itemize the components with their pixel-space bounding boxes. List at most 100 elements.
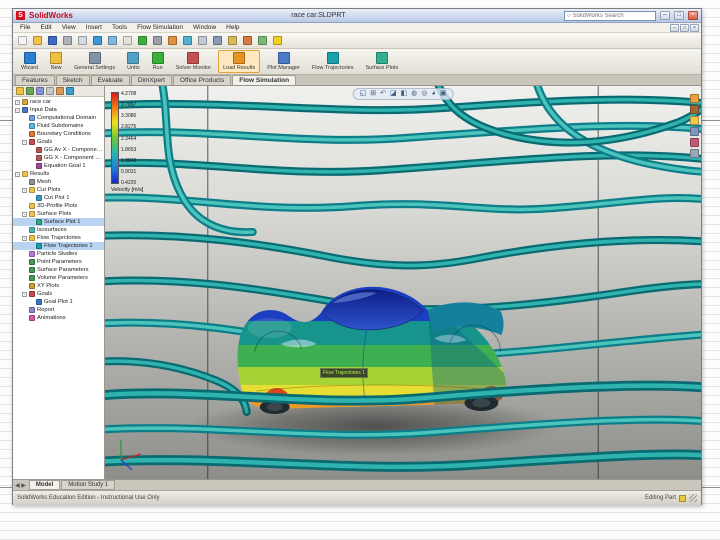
tree-item-flow-trajectories-1[interactable]: Flow Trajectories 1	[13, 242, 104, 250]
search-box[interactable]: ○	[564, 10, 656, 21]
hide-show-icon[interactable]	[226, 34, 239, 47]
run-button[interactable]: Run	[147, 50, 169, 73]
menu-item[interactable]: Insert	[81, 24, 107, 31]
tree-item-flow-trajectories[interactable]: - Flow Trajectories	[13, 234, 104, 242]
save-icon[interactable]	[46, 34, 59, 47]
tree-item-goal-x[interactable]: GG X - Component of F...	[13, 154, 104, 162]
tree-item-equation-goal-1[interactable]: Equation Goal 1	[13, 162, 104, 170]
undo-icon[interactable]	[91, 34, 104, 47]
tree-item-fluid-subdomains[interactable]: Fluid Subdomains	[13, 122, 104, 130]
tree-item-results[interactable]: - Results	[13, 170, 104, 178]
tree-expander[interactable]	[22, 116, 27, 121]
rebuild-icon[interactable]	[136, 34, 149, 47]
propertymanager-tab-icon[interactable]	[26, 87, 34, 95]
menu-item[interactable]: File	[15, 24, 35, 31]
tree-item-surface-plots[interactable]: - Surface Plots	[13, 210, 104, 218]
scene-icon[interactable]	[256, 34, 269, 47]
tree-expander[interactable]	[22, 204, 27, 209]
zoom-fit-icon[interactable]: ◱	[360, 90, 367, 98]
tree-expander[interactable]	[22, 284, 27, 289]
menu-item[interactable]: Window	[188, 24, 221, 31]
tree-item-particle-studies[interactable]: Particle Studies	[13, 250, 104, 258]
surface-plots-button[interactable]: Surface Plots	[361, 50, 404, 73]
tree-expander[interactable]	[22, 276, 27, 281]
flow-trajectories-button[interactable]: Flow Trajectories	[307, 50, 359, 73]
redo-icon[interactable]	[106, 34, 119, 47]
tree-expander[interactable]	[22, 268, 27, 273]
doc-close-button[interactable]: ×	[690, 23, 699, 32]
edit-appearance-icon[interactable]	[166, 34, 179, 47]
units-button[interactable]: Units	[122, 50, 145, 73]
displaymanager-tab-icon[interactable]	[56, 87, 64, 95]
task-pane-design-library-icon[interactable]	[690, 105, 699, 114]
menu-item[interactable]: Help	[221, 24, 244, 31]
dimxpertmanager-tab-icon[interactable]	[46, 87, 54, 95]
tree-item-goal-plot-1[interactable]: Goal Plot 1	[13, 298, 104, 306]
tree-item-part[interactable]: - race car	[13, 98, 104, 106]
appearances-icon[interactable]: ◕	[431, 90, 435, 98]
tree-expander[interactable]	[29, 220, 34, 225]
commandmanager-tab[interactable]: Sketch	[55, 75, 90, 85]
tree-item-computational-domain[interactable]: Computational Domain	[13, 114, 104, 122]
tree-expander[interactable]	[22, 228, 27, 233]
tree-item-surface-plot-1[interactable]: Surface Plot 1	[13, 218, 104, 226]
task-pane-appearances-icon[interactable]	[690, 138, 699, 147]
tree-expander[interactable]: -	[15, 99, 20, 105]
tree-expander[interactable]	[22, 132, 27, 137]
tree-expander[interactable]	[22, 316, 27, 321]
print-icon[interactable]	[61, 34, 74, 47]
menu-item[interactable]: Tools	[107, 24, 132, 31]
configurationmanager-tab-icon[interactable]	[36, 87, 44, 95]
commandmanager-tab[interactable]: Evaluate	[90, 75, 130, 85]
tree-item-goals-results[interactable]: - Goals	[13, 290, 104, 298]
menu-item[interactable]: Flow Simulation	[132, 24, 188, 31]
tree-item-mesh[interactable]: Mesh	[13, 178, 104, 186]
tree-item-goals[interactable]: - Goals	[13, 138, 104, 146]
menu-item[interactable]: Edit	[35, 24, 56, 31]
previous-view-icon[interactable]: ↶	[380, 90, 386, 98]
tree-expander[interactable]	[22, 308, 27, 313]
flow-simulation-tab-icon[interactable]	[66, 87, 74, 95]
document-tab[interactable]: Motion Study 1	[61, 480, 116, 490]
zoom-area-icon[interactable]: ⊞	[370, 90, 376, 98]
tree-expander[interactable]	[29, 196, 34, 201]
tree-item-input-data[interactable]: - Input Data	[13, 106, 104, 114]
tree-item-animations[interactable]: Animations	[13, 314, 104, 322]
commandmanager-tab[interactable]: Office Products	[172, 75, 232, 85]
commandmanager-tab[interactable]: Features	[15, 75, 55, 85]
tree-expander[interactable]	[29, 164, 34, 169]
document-tab[interactable]: Model	[28, 480, 61, 490]
tree-expander[interactable]: -	[22, 291, 27, 297]
tree-expander[interactable]	[22, 260, 27, 265]
maximize-button[interactable]: □	[674, 11, 684, 20]
tree-expander[interactable]: -	[22, 235, 27, 241]
tree-item-goal-av-x[interactable]: GG Av X - Component of...	[13, 146, 104, 154]
graphics-viewport[interactable]: 4.2708 3.7897 3.3086 2.8275 2.3464 1.8653 1.38…	[105, 86, 701, 479]
menu-item[interactable]: View	[57, 24, 81, 31]
section-view-icon[interactable]	[181, 34, 194, 47]
task-pane-custom-properties-icon[interactable]	[690, 149, 699, 158]
select-icon[interactable]	[121, 34, 134, 47]
tree-item-cut-plots[interactable]: - Cut Plots	[13, 186, 104, 194]
tree-expander[interactable]	[29, 300, 34, 305]
tree-item-isosurfaces[interactable]: Isosurfaces	[13, 226, 104, 234]
tree-expander[interactable]	[22, 252, 27, 257]
tree-expander[interactable]	[29, 244, 34, 249]
doc-minimize-button[interactable]: ─	[670, 23, 679, 32]
new-project-button[interactable]: New	[45, 50, 67, 73]
close-button[interactable]: ×	[688, 11, 698, 20]
commandmanager-tab[interactable]: DimXpert	[130, 75, 172, 85]
tree-item-surface-parameters[interactable]: Surface Parameters	[13, 266, 104, 274]
search-input[interactable]	[572, 12, 653, 19]
tree-expander[interactable]	[29, 156, 34, 161]
solver-monitor-button[interactable]: Solver Monitor	[171, 50, 216, 73]
new-icon[interactable]	[16, 34, 29, 47]
view-orientation-icon[interactable]: ◧	[401, 90, 408, 98]
tree-expander[interactable]	[29, 148, 34, 153]
featuremanager-tab-icon[interactable]	[16, 87, 24, 95]
tree-expander[interactable]: -	[22, 139, 27, 145]
tree-item-volume-parameters[interactable]: Volume Parameters	[13, 274, 104, 282]
tree-expander[interactable]	[22, 180, 27, 185]
options-icon[interactable]	[151, 34, 164, 47]
task-pane-resources-icon[interactable]	[690, 94, 699, 103]
